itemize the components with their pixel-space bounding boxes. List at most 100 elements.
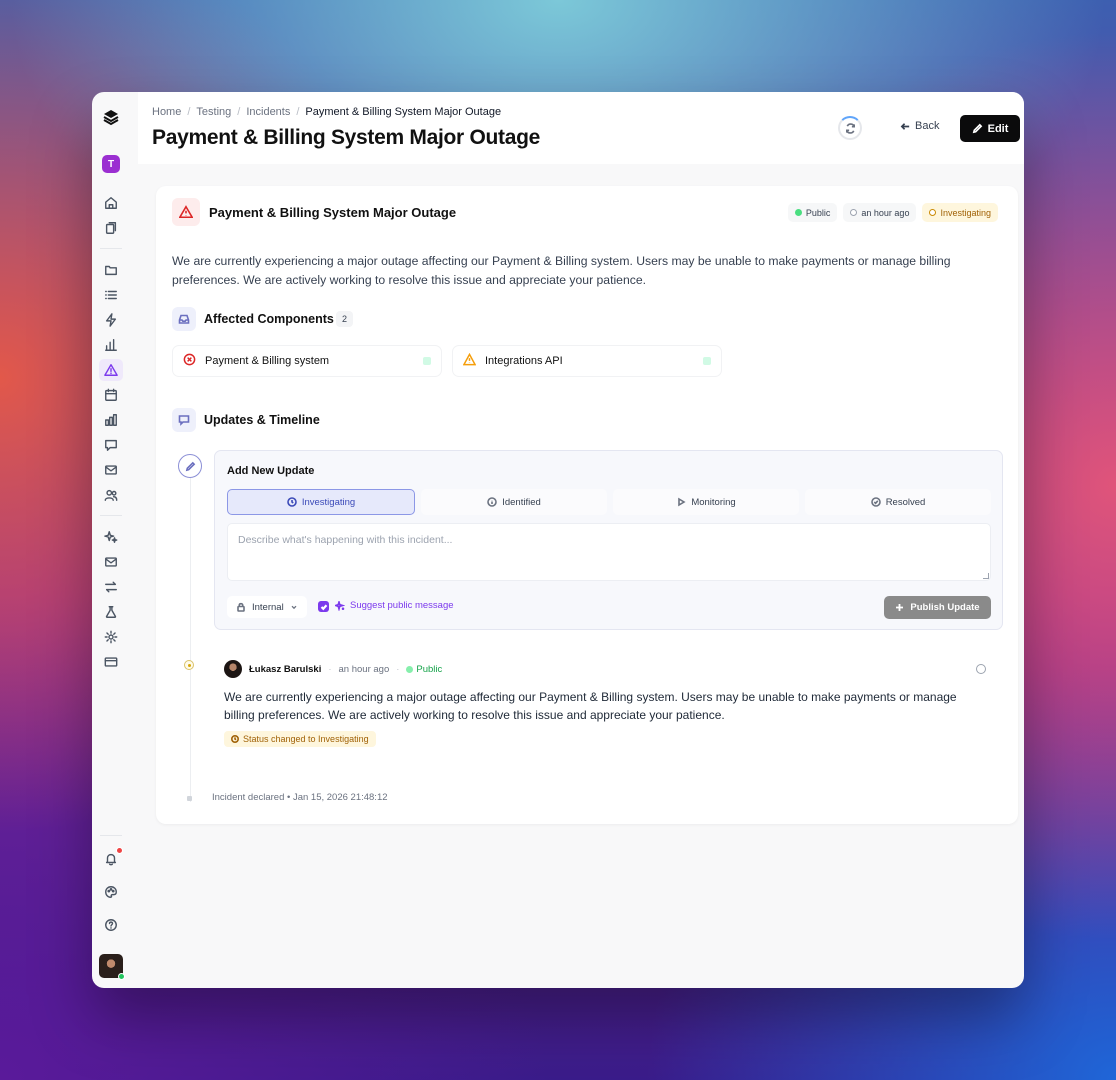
breadcrumb-home[interactable]: Home bbox=[152, 106, 181, 118]
component-payment-billing[interactable]: Payment & Billing system bbox=[172, 345, 442, 377]
list-icon[interactable] bbox=[102, 286, 120, 304]
credit-card-icon[interactable] bbox=[102, 653, 120, 671]
entry-visibility: Public bbox=[406, 664, 442, 675]
time-label: an hour ago bbox=[861, 207, 910, 218]
author-name: Łukasz Barulski bbox=[249, 663, 322, 675]
analytics-icon[interactable] bbox=[102, 411, 120, 429]
edit-label: Edit bbox=[987, 122, 1009, 135]
edit-button[interactable]: Edit bbox=[960, 115, 1020, 142]
breadcrumb-incidents[interactable]: Incidents bbox=[246, 106, 290, 118]
tab-label: Monitoring bbox=[691, 496, 736, 508]
suggest-public-checkbox[interactable] bbox=[318, 601, 329, 612]
component-integrations-api[interactable]: Integrations API bbox=[452, 345, 722, 377]
clock-icon bbox=[231, 735, 239, 743]
meta-separator: · bbox=[396, 663, 400, 675]
affected-components-title: Affected Components bbox=[204, 312, 334, 326]
breadcrumb-testing[interactable]: Testing bbox=[196, 106, 231, 118]
incidents-warning-icon[interactable] bbox=[99, 359, 123, 381]
tab-label: Identified bbox=[502, 496, 541, 508]
publish-label: Publish Update bbox=[910, 602, 980, 613]
resize-handle[interactable] bbox=[983, 573, 989, 579]
time-badge: an hour ago bbox=[843, 203, 917, 222]
suggest-public-label[interactable]: Suggest public message bbox=[335, 600, 454, 611]
pencil-icon bbox=[972, 123, 982, 134]
breadcrumb-current: Payment & Billing System Major Outage bbox=[305, 106, 502, 118]
sidebar-divider bbox=[100, 835, 122, 836]
folder-icon[interactable] bbox=[102, 261, 120, 279]
play-icon bbox=[678, 497, 686, 507]
check-circle-icon bbox=[870, 497, 881, 507]
palette-icon[interactable] bbox=[102, 883, 120, 901]
breadcrumb-separator: / bbox=[237, 106, 241, 118]
users-icon[interactable] bbox=[102, 486, 120, 504]
sidebar: T bbox=[92, 92, 130, 988]
bar-chart-icon[interactable] bbox=[102, 336, 120, 354]
bolt-icon[interactable] bbox=[102, 311, 120, 329]
breadcrumb-separator: / bbox=[187, 106, 191, 118]
pages-icon[interactable] bbox=[102, 219, 120, 237]
user-avatar[interactable] bbox=[99, 954, 125, 980]
mail-icon[interactable] bbox=[102, 461, 120, 479]
flask-icon[interactable] bbox=[102, 603, 120, 621]
check-icon bbox=[320, 604, 327, 610]
chat-bubble-icon bbox=[172, 408, 196, 432]
author-avatar bbox=[224, 660, 242, 678]
arrow-left-icon bbox=[900, 122, 910, 130]
chat-icon[interactable] bbox=[102, 436, 120, 454]
tab-label: Investigating bbox=[301, 496, 356, 508]
entry-menu-icon[interactable] bbox=[976, 664, 986, 674]
back-button[interactable]: Back bbox=[900, 120, 939, 132]
tab-monitoring[interactable]: Monitoring bbox=[613, 489, 799, 515]
add-update-form: Add New Update Investigating Identified … bbox=[214, 450, 1003, 630]
chevron-down-icon bbox=[291, 605, 297, 610]
entry-text: We are currently experiencing a major ou… bbox=[224, 690, 957, 722]
component-name: Payment & Billing system bbox=[205, 355, 330, 367]
clock-icon bbox=[287, 497, 297, 507]
add-update-title: Add New Update bbox=[227, 465, 315, 477]
status-label: Investigating bbox=[940, 207, 991, 218]
page-header: Home / Testing / Incidents / Payment & B… bbox=[138, 92, 1024, 164]
sparkles-icon[interactable] bbox=[102, 528, 120, 546]
publish-update-button[interactable]: Publish Update bbox=[884, 596, 991, 619]
bell-icon[interactable] bbox=[102, 847, 123, 868]
warning-icon bbox=[462, 352, 477, 369]
timeline-line bbox=[190, 472, 191, 802]
notification-dot bbox=[116, 847, 123, 854]
incident-description: We are currently experiencing a major ou… bbox=[172, 254, 951, 287]
status-clock-icon bbox=[929, 209, 937, 216]
refresh-button[interactable] bbox=[838, 116, 862, 140]
logo-icon[interactable] bbox=[102, 108, 120, 126]
calendar-icon[interactable] bbox=[102, 386, 120, 404]
component-name: Integrations API bbox=[485, 355, 563, 367]
tab-identified[interactable]: Identified bbox=[421, 489, 607, 515]
suggest-label-text: Suggest public message bbox=[350, 600, 454, 611]
back-label: Back bbox=[915, 120, 940, 132]
clock-icon bbox=[850, 209, 858, 216]
sidebar-divider bbox=[100, 248, 122, 249]
entry-visibility-label: Public bbox=[416, 663, 443, 675]
x-circle-icon bbox=[183, 353, 196, 369]
incident-declared: Incident declared • Jan 15, 2026 21:48:1… bbox=[212, 792, 388, 803]
info-circle-icon bbox=[487, 497, 498, 507]
globe-icon bbox=[794, 209, 802, 216]
meta-separator: · bbox=[328, 663, 332, 675]
status-change-label: Status changed to Investigating bbox=[243, 734, 369, 744]
visibility-select[interactable]: Internal bbox=[227, 596, 307, 618]
tab-investigating[interactable]: Investigating bbox=[227, 489, 415, 515]
home-icon[interactable] bbox=[102, 194, 120, 212]
status-badge: Investigating bbox=[922, 203, 998, 222]
envelope-icon[interactable] bbox=[102, 553, 120, 571]
affected-count: 2 bbox=[336, 311, 354, 327]
plus-icon bbox=[896, 604, 904, 611]
help-icon[interactable] bbox=[102, 916, 120, 934]
breadcrumb: Home / Testing / Incidents / Payment & B… bbox=[152, 106, 501, 118]
settings-gear-icon[interactable] bbox=[102, 628, 120, 646]
update-message-input[interactable] bbox=[227, 523, 991, 581]
workspace-avatar[interactable]: T bbox=[102, 155, 120, 173]
breadcrumb-separator: / bbox=[296, 106, 300, 118]
status-tabs: Investigating Identified Monitoring Reso… bbox=[227, 489, 991, 515]
globe-icon bbox=[406, 665, 414, 673]
tab-resolved[interactable]: Resolved bbox=[805, 489, 991, 515]
arrows-swap-icon[interactable] bbox=[102, 578, 120, 596]
entry-time: an hour ago bbox=[338, 663, 390, 675]
